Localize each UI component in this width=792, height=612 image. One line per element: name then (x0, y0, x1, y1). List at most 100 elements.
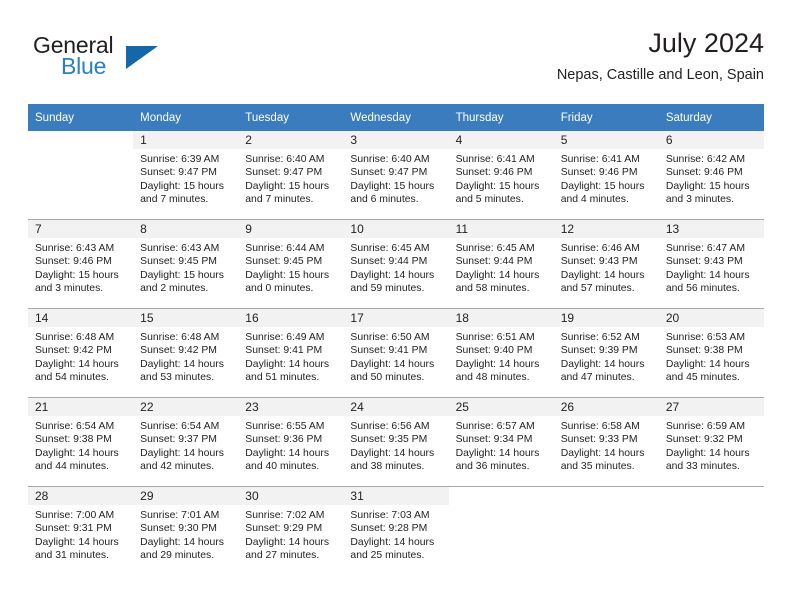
day-cell-body: 8 Sunrise: 6:43 AM Sunset: 9:45 PM Daylight… (133, 220, 239, 308)
sunrise-text: Sunrise: 6:51 AM (455, 332, 535, 343)
calendar-day-cell[interactable]: 25 Sunrise: 6:57 AM Sunset: 9:34 PM Dayligh… (448, 397, 554, 487)
calendar-day-cell[interactable]: 3 Sunrise: 6:40 AM Sunset: 9:47 PM Daylight… (343, 131, 449, 220)
sunset-text: Sunset: 9:45 PM (245, 256, 323, 268)
day-cell-body: 6 Sunrise: 6:42 AM Sunset: 9:46 PM Daylight… (658, 131, 764, 219)
sunrise-text: Sunrise: 6:52 AM (560, 332, 640, 343)
sunset-text: Sunset: 9:35 PM (350, 434, 428, 446)
sunrise-text: Sunrise: 6:40 AM (350, 154, 430, 165)
day-number: 1 (133, 131, 239, 149)
calendar-day-cell[interactable]: 31 Sunrise: 7:03 AM Sunset: 9:28 PM Dayligh… (343, 486, 449, 575)
calendar-day-cell[interactable]: 20 Sunrise: 6:53 AM Sunset: 9:38 PM Dayligh… (658, 308, 764, 398)
calendar-day-cell[interactable]: 28 Sunrise: 7:00 AM Sunset: 9:31 PM Dayligh… (28, 486, 134, 575)
day-number: 26 (553, 398, 659, 416)
sunrise-text: Sunrise: 6:53 AM (665, 332, 745, 343)
sunset-text: Sunset: 9:47 PM (350, 167, 428, 179)
calendar-day-cell[interactable]: 29 Sunrise: 7:01 AM Sunset: 9:30 PM Dayligh… (133, 486, 239, 575)
calendar-day-cell[interactable]: 11 Sunrise: 6:45 AM Sunset: 9:44 PM Dayligh… (448, 219, 554, 309)
daylight-text-line2: and 0 minutes. (245, 283, 314, 295)
calendar-day-cell[interactable]: 1 Sunrise: 6:39 AM Sunset: 9:47 PM Daylight… (133, 131, 239, 220)
sunset-text: Sunset: 9:44 PM (455, 256, 533, 268)
day-number: 9 (238, 220, 344, 238)
calendar-day-cell[interactable]: 7 Sunrise: 6:43 AM Sunset: 9:46 PM Daylight… (28, 219, 134, 309)
sunset-text: Sunset: 9:46 PM (560, 167, 638, 179)
weekday-header-thursday: Thursday (448, 104, 554, 131)
day-number: 11 (448, 220, 554, 238)
calendar-day-cell[interactable]: 17 Sunrise: 6:50 AM Sunset: 9:41 PM Dayligh… (343, 308, 449, 398)
day-number (659, 487, 764, 505)
sunset-text: Sunset: 9:29 PM (245, 523, 323, 535)
sunrise-text: Sunrise: 6:47 AM (665, 243, 745, 254)
sunset-text: Sunset: 9:33 PM (560, 434, 638, 446)
weekday-header-saturday: Saturday (658, 104, 764, 131)
day-sun-info: Sunrise: 6:45 AM Sunset: 9:44 PM Daylight:… (343, 238, 448, 296)
calendar-table: Sunday Monday Tuesday Wednesday Thursday… (28, 104, 764, 575)
calendar-day-cell[interactable]: 10 Sunrise: 6:45 AM Sunset: 9:44 PM Dayligh… (343, 219, 449, 309)
sunset-text: Sunset: 9:39 PM (560, 345, 638, 357)
sunrise-text: Sunrise: 6:48 AM (140, 332, 220, 343)
sunrise-text: Sunrise: 6:41 AM (455, 154, 535, 165)
day-sun-info: Sunrise: 6:59 AM Sunset: 9:32 PM Daylight:… (659, 416, 764, 474)
weekday-header-sunday: Sunday (28, 104, 134, 131)
day-cell-body: 5 Sunrise: 6:41 AM Sunset: 9:46 PM Daylight… (553, 131, 659, 219)
daylight-text-line1: Daylight: 14 hours (140, 447, 224, 459)
sunset-text: Sunset: 9:36 PM (245, 434, 323, 446)
day-number: 29 (133, 487, 239, 505)
daylight-text-line2: and 27 minutes. (245, 550, 320, 562)
calendar-day-cell[interactable]: 21 Sunrise: 6:54 AM Sunset: 9:38 PM Dayligh… (28, 397, 134, 487)
daylight-text-line1: Daylight: 14 hours (350, 358, 435, 370)
calendar-day-cell[interactable]: 22 Sunrise: 6:54 AM Sunset: 9:37 PM Dayligh… (133, 397, 239, 487)
calendar-day-cell[interactable]: 18 Sunrise: 6:51 AM Sunset: 9:40 PM Dayligh… (448, 308, 554, 398)
calendar-day-cell[interactable]: 8 Sunrise: 6:43 AM Sunset: 9:45 PM Daylight… (133, 219, 239, 309)
general-blue-logo[interactable]: General Blue (28, 32, 248, 92)
day-sun-info: Sunrise: 6:58 AM Sunset: 9:33 PM Daylight:… (554, 416, 659, 474)
day-sun-info: Sunrise: 6:55 AM Sunset: 9:36 PM Daylight:… (238, 416, 343, 474)
sunset-text: Sunset: 9:34 PM (455, 434, 533, 446)
sunrise-text: Sunrise: 6:45 AM (455, 243, 535, 254)
day-cell-body: 25 Sunrise: 6:57 AM Sunset: 9:34 PM Dayligh… (448, 398, 554, 486)
daylight-text-line1: Daylight: 15 hours (455, 180, 540, 192)
weekday-header-friday: Friday (553, 104, 659, 131)
calendar-week-row: 1 Sunrise: 6:39 AM Sunset: 9:47 PM Daylight… (28, 131, 764, 220)
calendar-day-cell[interactable]: 14 Sunrise: 6:48 AM Sunset: 9:42 PM Dayligh… (28, 308, 134, 398)
sunset-text: Sunset: 9:42 PM (35, 345, 112, 357)
calendar-day-cell[interactable]: 27 Sunrise: 6:59 AM Sunset: 9:32 PM Dayligh… (658, 397, 764, 487)
day-number: 31 (343, 487, 449, 505)
calendar-day-cell[interactable]: 16 Sunrise: 6:49 AM Sunset: 9:41 PM Dayligh… (238, 308, 344, 398)
calendar-empty-cell (658, 486, 764, 575)
daylight-text-line1: Daylight: 15 hours (245, 269, 330, 281)
calendar-day-cell[interactable]: 5 Sunrise: 6:41 AM Sunset: 9:46 PM Daylight… (553, 131, 659, 220)
calendar-day-cell[interactable]: 4 Sunrise: 6:41 AM Sunset: 9:46 PM Daylight… (448, 131, 554, 220)
sunrise-text: Sunrise: 6:44 AM (245, 243, 325, 254)
calendar-day-cell[interactable]: 2 Sunrise: 6:40 AM Sunset: 9:47 PM Daylight… (238, 131, 344, 220)
day-sun-info: Sunrise: 7:02 AM Sunset: 9:29 PM Daylight:… (238, 505, 343, 563)
daylight-text-line2: and 57 minutes. (560, 283, 635, 295)
sunrise-text: Sunrise: 6:46 AM (560, 243, 640, 254)
day-number: 3 (343, 131, 449, 149)
calendar-day-cell[interactable]: 12 Sunrise: 6:46 AM Sunset: 9:43 PM Dayligh… (553, 219, 659, 309)
day-sun-info: Sunrise: 7:01 AM Sunset: 9:30 PM Daylight:… (133, 505, 238, 563)
calendar-day-cell[interactable]: 9 Sunrise: 6:44 AM Sunset: 9:45 PM Daylight… (238, 219, 344, 309)
day-number: 30 (238, 487, 344, 505)
day-cell-body (449, 487, 554, 575)
calendar-day-cell[interactable]: 30 Sunrise: 7:02 AM Sunset: 9:29 PM Dayligh… (238, 486, 344, 575)
sunrise-text: Sunrise: 6:54 AM (140, 421, 220, 432)
day-sun-info: Sunrise: 6:41 AM Sunset: 9:46 PM Daylight:… (554, 149, 659, 207)
sunrise-text: Sunrise: 6:55 AM (245, 421, 325, 432)
calendar-day-cell[interactable]: 26 Sunrise: 6:58 AM Sunset: 9:33 PM Dayligh… (553, 397, 659, 487)
calendar-day-cell[interactable]: 6 Sunrise: 6:42 AM Sunset: 9:46 PM Daylight… (658, 131, 764, 220)
calendar-day-cell[interactable]: 13 Sunrise: 6:47 AM Sunset: 9:43 PM Dayligh… (658, 219, 764, 309)
calendar-day-cell[interactable]: 23 Sunrise: 6:55 AM Sunset: 9:36 PM Dayligh… (238, 397, 344, 487)
logo-triangle-icon (126, 46, 158, 69)
daylight-text-line1: Daylight: 14 hours (350, 447, 435, 459)
daylight-text-line1: Daylight: 14 hours (665, 447, 750, 459)
day-number: 14 (28, 309, 134, 327)
calendar-day-cell[interactable]: 15 Sunrise: 6:48 AM Sunset: 9:42 PM Dayligh… (133, 308, 239, 398)
calendar-day-cell[interactable]: 24 Sunrise: 6:56 AM Sunset: 9:35 PM Dayligh… (343, 397, 449, 487)
daylight-text-line2: and 47 minutes. (560, 372, 635, 384)
calendar-page: General Blue July 2024 Nepas, Castille a… (0, 0, 792, 612)
daylight-text-line2: and 36 minutes. (455, 461, 530, 473)
day-number: 24 (343, 398, 449, 416)
day-number (554, 487, 659, 505)
calendar-day-cell[interactable]: 19 Sunrise: 6:52 AM Sunset: 9:39 PM Dayligh… (553, 308, 659, 398)
calendar-empty-cell (553, 486, 659, 575)
